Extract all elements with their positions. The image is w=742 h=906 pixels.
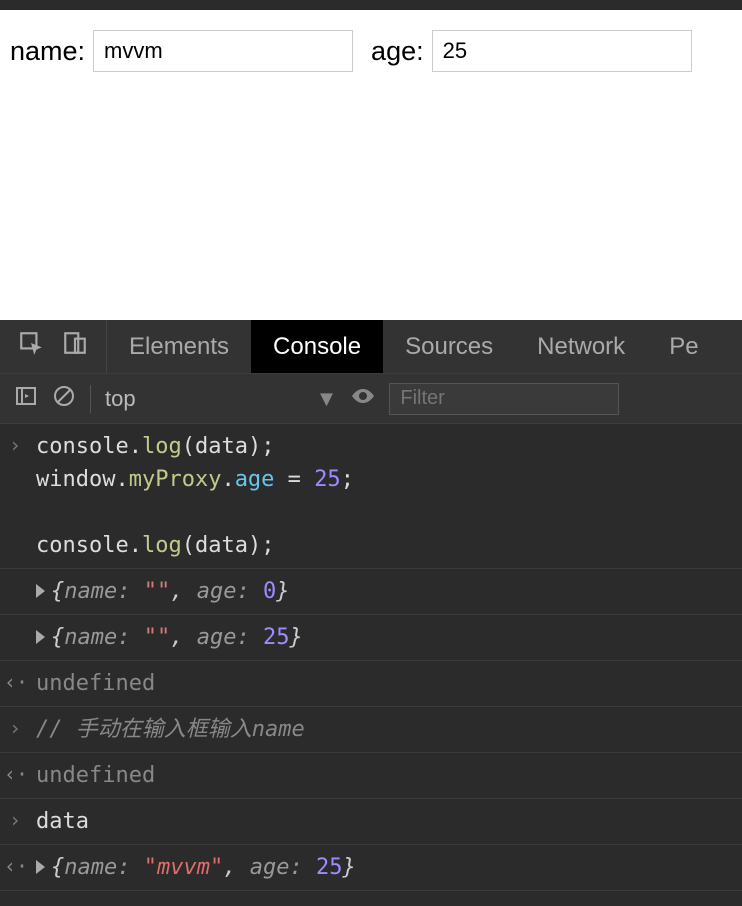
obj-val: 25	[263, 625, 290, 650]
return-arrow-icon: ‹·	[4, 667, 26, 697]
expand-triangle-icon[interactable]	[36, 860, 45, 874]
code-text: console.	[36, 533, 142, 558]
code-text: .	[221, 467, 234, 492]
console-input-row: › data	[0, 799, 742, 845]
name-label: name:	[10, 36, 85, 67]
console-prompt-row[interactable]: ›	[0, 891, 742, 906]
devtools-panel: Elements Console Sources Network Pe top …	[0, 320, 742, 906]
clear-console-icon[interactable]	[52, 384, 76, 414]
prompt-chevron-icon: ›	[4, 897, 26, 906]
form-row: name: age:	[10, 30, 732, 72]
object-preview[interactable]: {name: "", age: 0}	[36, 575, 734, 608]
tab-network[interactable]: Network	[515, 320, 647, 373]
obj-val: "mvvm"	[144, 855, 223, 880]
obj-val: 25	[316, 855, 343, 880]
code-text: (data);	[182, 434, 275, 459]
return-value: undefined	[36, 759, 734, 792]
obj-key: name:	[64, 625, 143, 650]
devtools-tab-bar: Elements Console Sources Network Pe	[0, 320, 742, 374]
brace: {	[51, 625, 64, 650]
code-text: log	[142, 533, 182, 558]
sep: ,	[170, 625, 197, 650]
code-text: =	[274, 467, 314, 492]
console-input-code: console.log(data); window.myProxy.age = …	[36, 430, 734, 562]
console-toolbar: top ▼	[0, 374, 742, 424]
code-text: (data);	[182, 533, 275, 558]
code-text: log	[142, 434, 182, 459]
console-return-row: ‹· undefined	[0, 753, 742, 799]
execution-context-select[interactable]: top ▼	[105, 386, 337, 412]
inspect-element-icon[interactable]	[18, 330, 44, 363]
name-input[interactable]	[93, 30, 353, 72]
page-viewport: name: age:	[0, 10, 742, 320]
sep: ,	[223, 855, 250, 880]
input-prompt-icon: ›	[4, 805, 26, 835]
tab-sources[interactable]: Sources	[383, 320, 515, 373]
filter-input[interactable]	[389, 383, 619, 415]
sep: ,	[170, 579, 197, 604]
obj-key: name:	[64, 855, 143, 880]
return-value: undefined	[36, 667, 734, 700]
brace: {	[51, 855, 64, 880]
console-return-row: ‹· {name: "mvvm", age: 25}	[0, 845, 742, 891]
obj-key: name:	[64, 579, 143, 604]
object-preview[interactable]: {name: "", age: 25}	[36, 621, 734, 654]
age-label: age:	[371, 36, 424, 67]
context-label: top	[105, 386, 136, 412]
return-arrow-icon: ‹·	[4, 759, 26, 789]
input-prompt-icon: ›	[4, 430, 26, 460]
brace: }	[289, 625, 302, 650]
input-prompt-icon: ›	[4, 713, 26, 743]
console-body: › console.log(data); window.myProxy.age …	[0, 424, 742, 906]
window-top-bar	[0, 0, 742, 10]
obj-val: ""	[144, 625, 171, 650]
console-output-object: {name: "", age: 25}	[0, 615, 742, 661]
console-output-object: {name: "", age: 0}	[0, 569, 742, 615]
console-input-block: › console.log(data); window.myProxy.age …	[0, 424, 742, 569]
tab-performance-partial[interactable]: Pe	[647, 320, 720, 373]
live-expression-icon[interactable]	[351, 384, 375, 414]
tab-console[interactable]: Console	[251, 320, 383, 373]
code-text: ;	[341, 467, 354, 492]
obj-val: 0	[263, 579, 276, 604]
chevron-down-icon: ▼	[316, 386, 338, 412]
console-input-row: › // 手动在输入框输入name	[0, 707, 742, 753]
toolbar-divider	[90, 385, 91, 413]
obj-val: ""	[144, 579, 171, 604]
brace: {	[51, 579, 64, 604]
return-arrow-icon: ‹·	[4, 851, 26, 881]
obj-key: age:	[197, 625, 263, 650]
comment-text: // 手动在输入框输入name	[36, 713, 734, 746]
code-text: 25	[314, 467, 341, 492]
device-toolbar-icon[interactable]	[62, 330, 88, 363]
brace: }	[276, 579, 289, 604]
obj-key: age:	[197, 579, 263, 604]
obj-key: age:	[250, 855, 316, 880]
expand-triangle-icon[interactable]	[36, 584, 45, 598]
input-text: data	[36, 805, 734, 838]
brace: }	[342, 855, 355, 880]
code-text: window.	[36, 467, 129, 492]
object-preview[interactable]: {name: "mvvm", age: 25}	[36, 851, 734, 884]
code-text: age	[235, 467, 275, 492]
expand-triangle-icon[interactable]	[36, 630, 45, 644]
code-text: myProxy	[129, 467, 222, 492]
console-sidebar-toggle-icon[interactable]	[14, 384, 38, 414]
age-input[interactable]	[432, 30, 692, 72]
code-text: console.	[36, 434, 142, 459]
console-return-row: ‹· undefined	[0, 661, 742, 707]
tab-elements[interactable]: Elements	[107, 320, 251, 373]
